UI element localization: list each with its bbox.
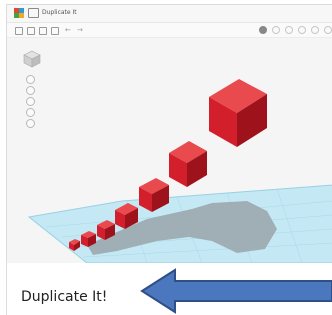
left-arrow-icon (140, 268, 332, 314)
